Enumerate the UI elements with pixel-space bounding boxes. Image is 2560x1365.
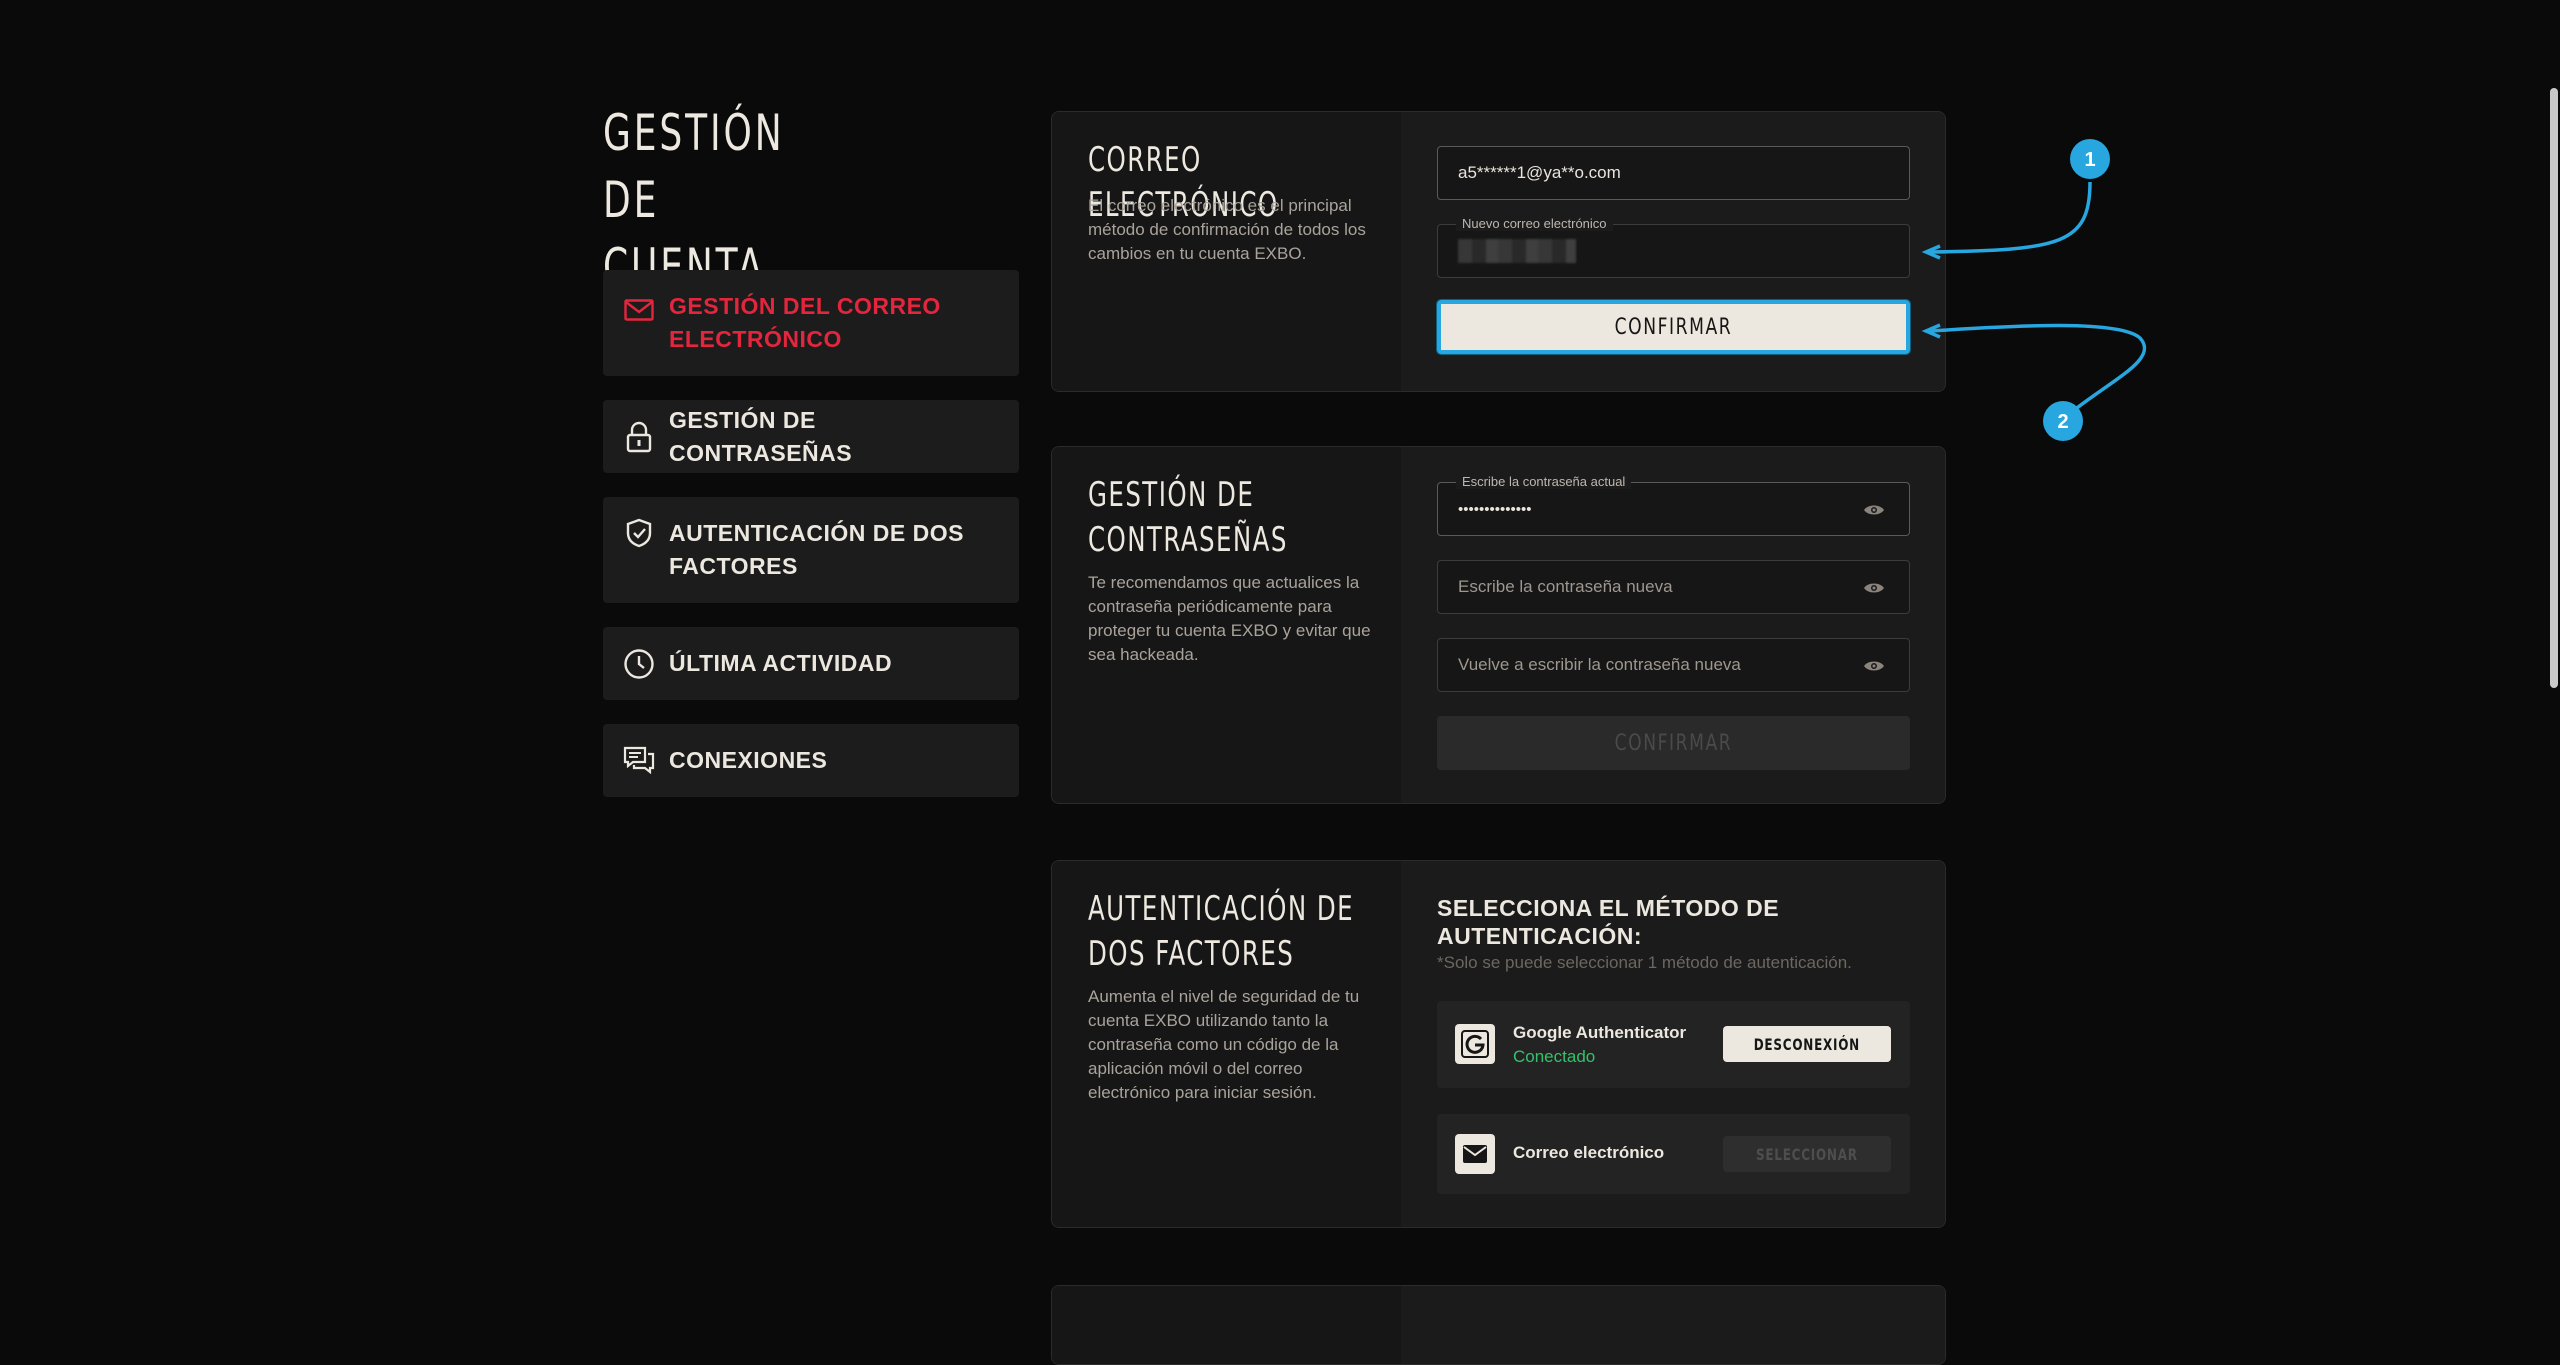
annotation-overlay: 1 2 xyxy=(1921,139,2147,441)
annotation-number-1: 1 xyxy=(2084,149,2095,171)
annotation-number-2: 2 xyxy=(2057,411,2068,433)
annotation-arrow-1 xyxy=(1929,181,2092,254)
scrollbar-thumb[interactable] xyxy=(2550,88,2558,688)
annotation-arrow-2 xyxy=(1929,323,2147,420)
scrollbar[interactable] xyxy=(2546,0,2560,1316)
